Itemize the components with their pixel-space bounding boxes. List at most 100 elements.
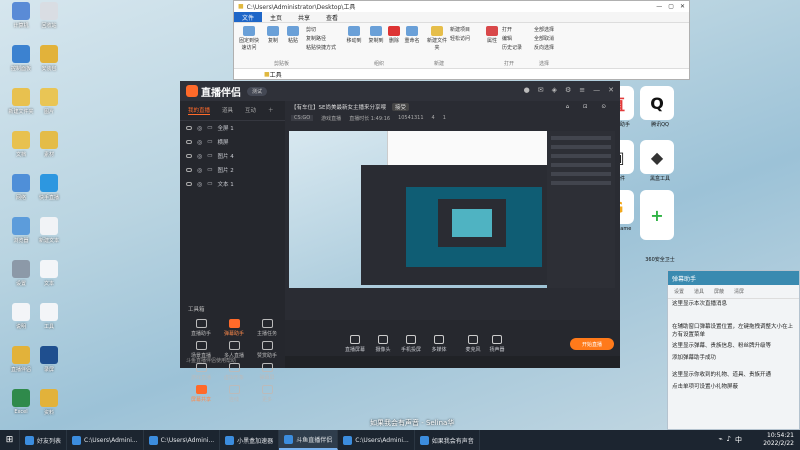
settings-icon[interactable]: ⚙ bbox=[565, 86, 571, 94]
lock-icon[interactable]: ◎ bbox=[197, 153, 202, 160]
select-none-button[interactable]: 全部取消 bbox=[534, 35, 570, 42]
desktop-icon[interactable]: 回收站 bbox=[32, 2, 66, 29]
paste-button[interactable]: 粘贴 bbox=[284, 26, 302, 44]
delete-button[interactable]: 删除 bbox=[386, 26, 402, 44]
desktop-icon[interactable]: 文本 bbox=[32, 260, 66, 287]
eye-icon[interactable] bbox=[186, 154, 192, 158]
taskbar-item[interactable]: C:\Users\Admini... bbox=[67, 430, 144, 450]
bottom-tool-button[interactable]: 手机投屏 bbox=[399, 335, 423, 353]
file-explorer-window[interactable]: ■ C:\Users\Administrator\Desktop\工具 — ▢ … bbox=[233, 0, 690, 80]
start-button[interactable]: ⊞ bbox=[0, 430, 20, 450]
explorer-tabs[interactable]: 文件 主页 共享 查看 bbox=[234, 12, 689, 22]
close-icon[interactable]: ✕ bbox=[608, 86, 614, 94]
start-live-button[interactable]: 开始直播 bbox=[570, 338, 614, 350]
tool-button[interactable]: 游戏直播 bbox=[186, 363, 216, 381]
danmaku-toolbar[interactable]: 设置 道具 屏蔽 清屏 bbox=[668, 285, 799, 299]
room-icons[interactable]: ⌂ ⊡ ⊙ bbox=[566, 104, 612, 110]
eye-icon[interactable] bbox=[186, 140, 192, 144]
danmaku-panel[interactable]: 弹幕助手 设置 道具 屏蔽 清屏 这里显示本次直播消息 在辅助窗口弹幕设置位置，… bbox=[667, 270, 800, 430]
taskbar-item[interactable]: 小黑盒加速器 bbox=[220, 430, 280, 450]
tool-button[interactable]: 主播任务 bbox=[252, 319, 282, 337]
move-to-button[interactable]: 移动到 bbox=[344, 26, 364, 44]
copy-path-button[interactable]: 复制路径 bbox=[306, 35, 346, 42]
desktop-icon[interactable]: 新建文本 bbox=[32, 217, 66, 244]
tab-my-live[interactable]: 我的直播 bbox=[188, 106, 211, 115]
eye-icon[interactable] bbox=[186, 182, 192, 186]
tab-props[interactable]: 道具 bbox=[222, 106, 233, 115]
bottom-tool-button[interactable]: 直播屏幕 bbox=[343, 335, 367, 353]
network-icon[interactable]: ⌁ bbox=[718, 435, 722, 445]
danmaku-props[interactable]: 道具 bbox=[694, 288, 704, 295]
easy-access-button[interactable]: 轻松访问 bbox=[450, 35, 486, 42]
skin-icon[interactable]: ◈ bbox=[552, 86, 557, 94]
select-all-button[interactable]: 全部选择 bbox=[534, 26, 570, 33]
rename-button[interactable]: 重命名 bbox=[402, 26, 422, 44]
lock-icon[interactable]: ◎ bbox=[197, 125, 202, 132]
tool-button[interactable]: 连线 bbox=[219, 385, 249, 403]
open-button[interactable]: 打开 bbox=[502, 26, 532, 33]
room-badge[interactable]: 接受 bbox=[391, 103, 409, 111]
bottom-tool-button[interactable]: 多媒体 bbox=[427, 335, 451, 353]
copy-to-button[interactable]: 复制到 bbox=[366, 26, 386, 44]
desktop-icon[interactable]: 图片 bbox=[32, 88, 66, 115]
window-controls[interactable]: — ▢ ✕ bbox=[656, 1, 685, 10]
bottom-tool-button[interactable]: 摄像头 bbox=[371, 335, 395, 353]
stream-preview[interactable] bbox=[289, 131, 547, 288]
danmaku-clear[interactable]: 清屏 bbox=[734, 288, 744, 295]
clock[interactable]: 10:54:21 2022/2/22 bbox=[763, 432, 794, 448]
scene-item[interactable]: ◎ ▭ 全屏 1 bbox=[180, 121, 285, 135]
tab-interact[interactable]: 互动 bbox=[245, 106, 256, 115]
desktop-icon[interactable]: 录屏 bbox=[32, 346, 66, 373]
minimize-icon[interactable]: — bbox=[593, 86, 600, 94]
app-icon[interactable]: Q bbox=[640, 86, 674, 120]
lock-icon[interactable]: ◎ bbox=[197, 167, 202, 174]
tool-button[interactable]: 更多 bbox=[252, 385, 282, 403]
address-bar[interactable]: ■ 工具 bbox=[234, 69, 689, 79]
live-app-window[interactable]: 直播伴侣 测试 ● ✉ ◈ ⚙ ≡ — ✕ 我的直播 道具 互动 ＋ ◎ ▭ 全屏 … bbox=[180, 81, 620, 403]
desktop-icon[interactable]: 安装包 bbox=[32, 45, 66, 72]
tab-home[interactable]: 主页 bbox=[262, 12, 290, 22]
scene-item[interactable]: ◎ ▭ 横屏 bbox=[180, 135, 285, 149]
title-controls[interactable]: ● ✉ ◈ ⚙ ≡ — ✕ bbox=[524, 86, 614, 94]
taskbar-item[interactable]: 好友列表 bbox=[20, 430, 68, 450]
scene-item[interactable]: ◎ ▭ 图片 2 bbox=[180, 163, 285, 177]
edit-button[interactable]: 编辑 bbox=[502, 35, 532, 42]
tool-button[interactable]: 直播助手 bbox=[186, 319, 216, 337]
taskbar-item[interactable]: C:\Users\Admini... bbox=[144, 430, 221, 450]
paste-shortcut-button[interactable]: 粘贴快捷方式 bbox=[306, 44, 346, 51]
copy-button[interactable]: 复制 bbox=[264, 26, 282, 44]
desktop-icon[interactable]: 资料 bbox=[32, 389, 66, 416]
desktop-icon[interactable]: 素材 bbox=[32, 131, 66, 158]
bottom-tool-button[interactable]: 麦克风 bbox=[461, 335, 485, 353]
avatar-icon[interactable]: ● bbox=[524, 86, 530, 94]
tool-button[interactable]: 屏幕共享 bbox=[186, 385, 216, 403]
app-icon[interactable]: + bbox=[640, 190, 674, 240]
app-icon[interactable]: ◆ bbox=[640, 140, 674, 174]
desktop-icon[interactable]: 工具 bbox=[32, 303, 66, 330]
room-title[interactable]: 【有车位】SE尚美最新女主播来分享喂 bbox=[291, 103, 386, 111]
tab-add[interactable]: ＋ bbox=[268, 106, 274, 115]
menu-icon[interactable]: ≡ bbox=[579, 86, 585, 94]
scene-item[interactable]: ◎ ▭ 文本 1 bbox=[180, 177, 285, 191]
properties-button[interactable]: 属性 bbox=[484, 26, 500, 44]
desktop-icon[interactable]: 快手直播 bbox=[32, 174, 66, 201]
invert-selection-button[interactable]: 反向选择 bbox=[534, 44, 570, 51]
taskbar-item[interactable]: 如果我会有声音 bbox=[415, 430, 480, 450]
tool-button[interactable]: 虚拟形象 bbox=[219, 363, 249, 381]
message-icon[interactable]: ✉ bbox=[538, 86, 544, 94]
taskbar-item[interactable]: C:\Users\Admini... bbox=[338, 430, 415, 450]
cut-button[interactable]: 剪切 bbox=[306, 26, 346, 33]
new-item-button[interactable]: 新建项目 bbox=[450, 26, 486, 33]
lock-icon[interactable]: ◎ bbox=[197, 181, 202, 188]
scene-item[interactable]: ◎ ▭ 图片 4 bbox=[180, 149, 285, 163]
left-tabs[interactable]: 我的直播 道具 互动 ＋ bbox=[180, 101, 285, 121]
tool-button[interactable]: 弹幕屏 bbox=[252, 363, 282, 381]
eye-icon[interactable] bbox=[186, 126, 192, 130]
tool-button[interactable]: 弹幕助手 bbox=[219, 319, 249, 337]
new-folder-button[interactable]: 新建文件夹 bbox=[426, 26, 448, 51]
lock-icon[interactable]: ◎ bbox=[197, 139, 202, 146]
system-tray[interactable]: ⌁ ♪ 中 bbox=[718, 435, 742, 445]
input-icon[interactable]: 中 bbox=[735, 435, 742, 445]
volume-icon[interactable]: ♪ bbox=[727, 435, 731, 445]
danmaku-settings[interactable]: 设置 bbox=[674, 288, 684, 295]
